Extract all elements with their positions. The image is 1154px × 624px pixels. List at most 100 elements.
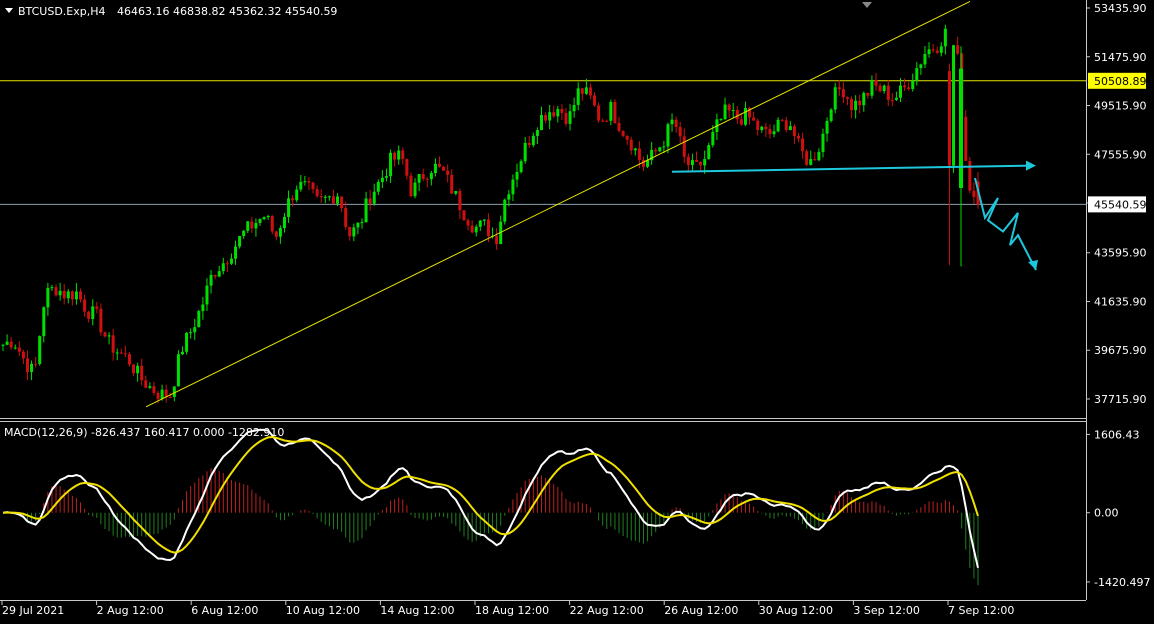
candle-body: [515, 172, 519, 180]
candle-body: [344, 207, 348, 227]
candle-body: [629, 139, 633, 151]
candle-body: [140, 365, 144, 381]
candle-body: [127, 354, 131, 365]
chart-window[interactable]: 53435.9051475.9049515.9047555.9045595.90…: [0, 0, 1154, 620]
candle-body: [111, 335, 115, 353]
candlestick-chart[interactable]: 53435.9051475.9049515.9047555.9045595.90…: [0, 0, 1154, 620]
forecast-arrow-head: [1028, 260, 1038, 271]
candle-body: [482, 219, 486, 221]
candle-body: [376, 182, 380, 192]
candle-body: [535, 130, 539, 136]
candle-body: [266, 216, 270, 218]
candle-body: [621, 130, 625, 136]
candle-body: [695, 160, 699, 162]
candle-body: [854, 100, 858, 111]
candle-body: [323, 196, 327, 198]
time-tick-label: 22 Aug 12:00: [570, 604, 644, 617]
candle-body: [5, 341, 9, 345]
candle-body: [474, 226, 478, 233]
candle-body: [87, 311, 91, 319]
candle-body: [617, 122, 621, 131]
candle-body: [519, 161, 523, 173]
candle-body: [531, 135, 535, 146]
candle-body: [923, 54, 927, 65]
menu-triangle-icon[interactable]: [5, 8, 13, 13]
current-price-tag: 45540.59: [1094, 198, 1147, 211]
candle-body: [433, 163, 437, 174]
price-tick-label: 49515.90: [1094, 100, 1147, 113]
price-tick-label: 43595.90: [1094, 247, 1147, 260]
candle-body: [560, 108, 564, 113]
candle-body: [654, 149, 658, 152]
candle-body: [466, 220, 470, 226]
candle-body: [254, 222, 258, 229]
candle-body: [442, 166, 446, 171]
candle-body: [625, 135, 629, 140]
time-tick-label: 7 Sep 12:00: [948, 604, 1014, 617]
candle-body: [393, 152, 397, 160]
candle-body: [898, 85, 902, 98]
candle-body: [711, 132, 715, 146]
candle-body: [282, 216, 286, 229]
candle-body: [356, 222, 360, 228]
candle-body: [368, 198, 372, 204]
candle-body: [331, 196, 335, 204]
candle-body: [829, 109, 833, 121]
candle-body: [79, 291, 83, 300]
candle-body: [935, 50, 939, 53]
candle-body: [588, 87, 592, 96]
candle-body: [352, 227, 356, 237]
price-tick-label: 47555.90: [1094, 148, 1147, 161]
candle-body: [947, 71, 951, 166]
candle-body: [911, 80, 915, 90]
candle-body: [817, 151, 821, 161]
candle-body: [527, 142, 531, 146]
candle-body: [593, 95, 597, 106]
candle-body: [50, 287, 54, 289]
candle-body: [193, 327, 197, 333]
candle-body: [132, 364, 136, 374]
candle-body: [278, 228, 282, 237]
candle-body: [931, 49, 935, 51]
time-tick-label: 10 Aug 12:00: [286, 604, 360, 617]
candle-body: [450, 174, 454, 194]
candle-body: [62, 290, 66, 299]
candle-body: [886, 85, 890, 100]
candle-body: [719, 119, 723, 121]
candle-body: [291, 198, 295, 201]
candle-body: [792, 126, 796, 137]
candle-body: [939, 46, 943, 53]
candle-body: [882, 85, 886, 92]
candle-body: [103, 332, 107, 337]
candle-body: [735, 110, 739, 120]
support-arrow-head: [1026, 160, 1036, 171]
candle-body: [572, 104, 576, 112]
candle-body: [74, 291, 78, 300]
candle-body: [548, 112, 552, 121]
candle-body: [858, 100, 862, 106]
price-tick-label: 41635.90: [1094, 295, 1147, 308]
candle-body: [678, 127, 682, 137]
price-tick-label: 37715.90: [1094, 393, 1147, 406]
candle-body: [360, 222, 364, 224]
scroll-handle-icon[interactable]: [862, 2, 872, 8]
candle-body: [866, 92, 870, 96]
candle-body: [58, 290, 62, 296]
candle-body: [539, 115, 543, 131]
candle-body: [707, 145, 711, 160]
candle-body: [813, 159, 817, 161]
candle-body: [739, 119, 743, 125]
candle-body: [968, 160, 972, 191]
candle-body: [148, 386, 152, 388]
level-price-tag: 50508.89: [1094, 75, 1147, 88]
candle-body: [66, 291, 70, 299]
candle-body: [91, 306, 95, 319]
macd-line: [2, 428, 979, 569]
candle-body: [915, 68, 919, 81]
macd-tick-label: 1606.43: [1094, 428, 1140, 441]
candle-body: [894, 97, 898, 100]
candle-body: [429, 173, 433, 180]
candle-body: [670, 119, 674, 125]
candle-body: [307, 181, 311, 183]
candle-body: [952, 45, 956, 166]
